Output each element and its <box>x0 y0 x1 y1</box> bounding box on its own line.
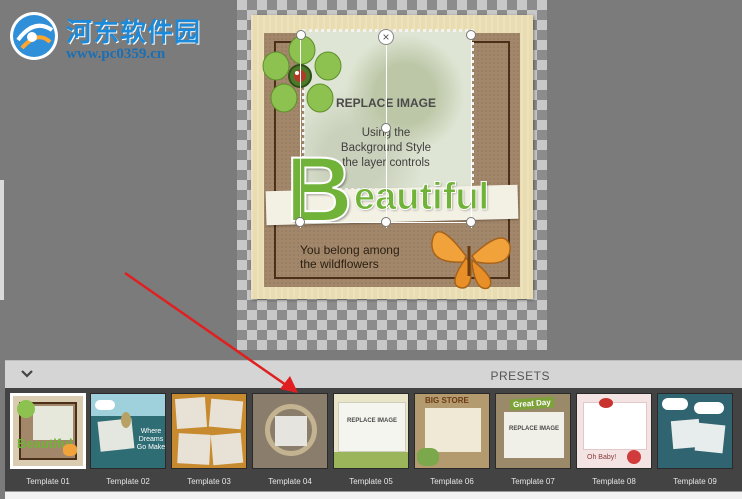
transform-handle[interactable] <box>381 217 391 227</box>
template-label-08: Template 08 <box>592 477 636 486</box>
thumb-text: Where Dreams Go Make <box>136 428 166 451</box>
template-thumb-08[interactable]: Oh Baby! <box>576 393 652 469</box>
template-label-05: Template 05 <box>349 477 393 486</box>
transform-handle[interactable] <box>381 123 391 133</box>
watermark-logo-icon <box>10 12 58 60</box>
thumb-text: REPLACE IMAGE <box>508 426 559 432</box>
template-thumb-09[interactable] <box>657 393 733 469</box>
delete-layer-button[interactable]: × <box>378 29 394 45</box>
template-label-06: Template 06 <box>430 477 474 486</box>
template-label-07: Template 07 <box>511 477 555 486</box>
thumb-text: REPLACE IMAGE <box>346 418 397 424</box>
subtitle-text[interactable]: You belong among the wildflowers <box>300 243 400 271</box>
thumb-text: BIG STORE <box>425 396 469 405</box>
transform-handle[interactable] <box>296 30 306 40</box>
editor-window: 河东软件园 www.pc0359.cn REPLACE IMAGE Using … <box>0 0 742 499</box>
template-label-02: Template 02 <box>106 477 150 486</box>
watermark-url: www.pc0359.cn <box>66 46 166 62</box>
watermark: 河东软件园 www.pc0359.cn <box>0 2 250 72</box>
selection-line-vertical <box>386 40 387 228</box>
title-word[interactable]: eautiful <box>353 176 489 219</box>
bottom-scroll-track[interactable] <box>5 491 742 499</box>
presets-header[interactable]: PRESETS <box>5 360 742 388</box>
subtitle-line: the wildflowers <box>300 257 379 271</box>
template-thumb-07[interactable]: Great Day REPLACE IMAGE <box>495 393 571 469</box>
selection-line-left <box>300 40 301 228</box>
template-thumb-03[interactable] <box>171 393 247 469</box>
template-label-04: Template 04 <box>268 477 312 486</box>
template-thumb-05[interactable]: REPLACE IMAGE <box>333 393 409 469</box>
flower-embellishment[interactable] <box>262 36 342 118</box>
chevron-down-icon[interactable] <box>19 366 35 382</box>
template-thumb-04[interactable] <box>252 393 328 469</box>
selection-line-right <box>471 40 472 228</box>
transform-handle[interactable] <box>466 30 476 40</box>
subtitle-line: You belong among <box>300 243 400 257</box>
transform-handle[interactable] <box>466 217 476 227</box>
template-thumb-01[interactable]: Beautiful <box>10 393 86 469</box>
template-label-09: Template 09 <box>673 477 717 486</box>
template-label-01: Template 01 <box>26 477 70 486</box>
thumb-text: Oh Baby! <box>587 454 617 461</box>
transform-handle[interactable] <box>295 217 305 227</box>
template-thumb-02[interactable]: Where Dreams Go Make <box>90 393 166 469</box>
watermark-site-name: 河东软件园 <box>66 18 202 48</box>
presets-title: PRESETS <box>490 369 550 383</box>
thumb-badge: Great Day <box>509 396 555 411</box>
left-panel-edge <box>0 180 4 300</box>
template-label-03: Template 03 <box>187 477 231 486</box>
template-thumb-06[interactable]: BIG STORE <box>414 393 490 469</box>
